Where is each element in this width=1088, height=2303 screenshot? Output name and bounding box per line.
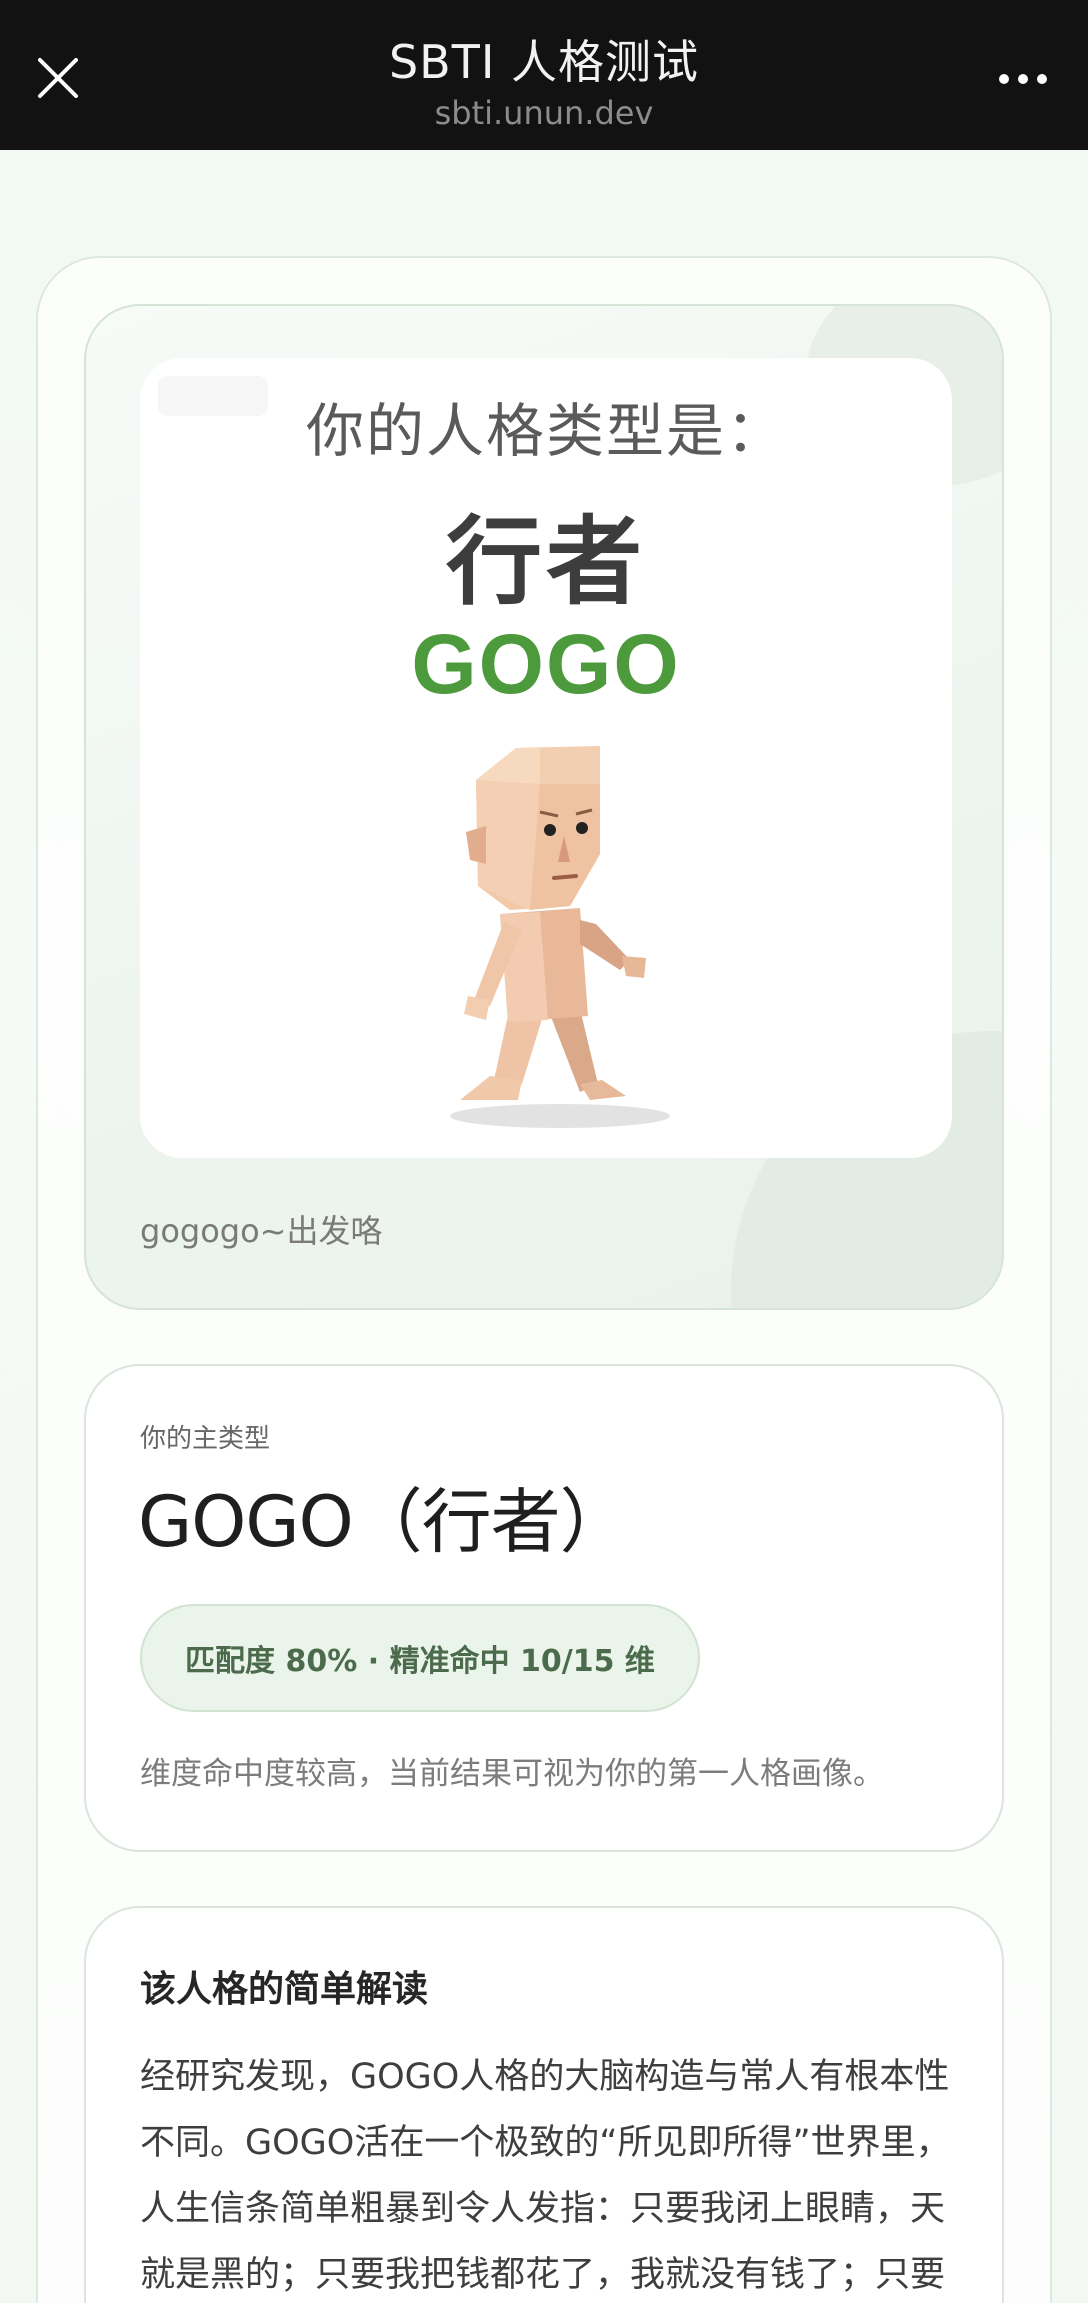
poster-type-code: GOGO xyxy=(411,617,681,711)
more-icon-dot xyxy=(999,74,1009,84)
poster-type-name-cn: 行者 xyxy=(446,506,646,618)
main-type-card: 你的主类型 GOGO（行者） 匹配度 80% · 精准命中 10/15 维 维度… xyxy=(84,1364,1004,1852)
main-type-label: 你的主类型 xyxy=(140,1424,271,1454)
interpretation-line: 人生信条简单粗暴到令人发指：只要我闭上眼睛，天 xyxy=(140,2189,946,2229)
interpretation-line: 不同。GOGO活在一个极致的“所见即所得”世界里， xyxy=(140,2123,951,2163)
page-title: SBTI 人格测试 xyxy=(388,35,700,89)
more-options-button[interactable] xyxy=(988,56,1058,102)
personality-poster-image: 你的人格类型是： 行者 GOGO xyxy=(140,358,952,1158)
match-description: 维度命中度较高，当前结果可视为你的第一人格画像。 xyxy=(140,1756,884,1792)
more-icon-dot xyxy=(1018,74,1028,84)
interpretation-line: 就是黑的；只要我把钱都花了，我就没有钱了；只要 xyxy=(140,2255,946,2295)
interpretation-heading: 该人格的简单解读 xyxy=(140,1969,429,2010)
top-navigation-bar: SBTI 人格测试 sbti.unun.dev xyxy=(0,0,1088,150)
interpretation-line: 经研究发现，GOGO人格的大脑构造与常人有根本性 xyxy=(140,2057,950,2097)
interpretation-body: 经研究发现，GOGO人格的大脑构造与常人有根本性 不同。GOGO活在一个极致的“… xyxy=(140,2044,970,2303)
page-url: sbti.unun.dev xyxy=(434,94,654,132)
more-icon-dot xyxy=(1037,74,1047,84)
result-hero-card: 你的人格类型是： 行者 GOGO gogogo~出发咯 xyxy=(84,304,1004,1310)
poster-caption: gogogo~出发咯 xyxy=(140,1212,383,1250)
walking-character-illustration xyxy=(450,746,670,1128)
match-score-badge: 匹配度 80% · 精准命中 10/15 维 xyxy=(140,1604,700,1712)
main-type-name: GOGO（行者） xyxy=(138,1481,630,1563)
interpretation-card: 该人格的简单解读 经研究发现，GOGO人格的大脑构造与常人有根本性 不同。GOG… xyxy=(84,1906,1004,2303)
poster-headline: 你的人格类型是： xyxy=(305,397,786,465)
